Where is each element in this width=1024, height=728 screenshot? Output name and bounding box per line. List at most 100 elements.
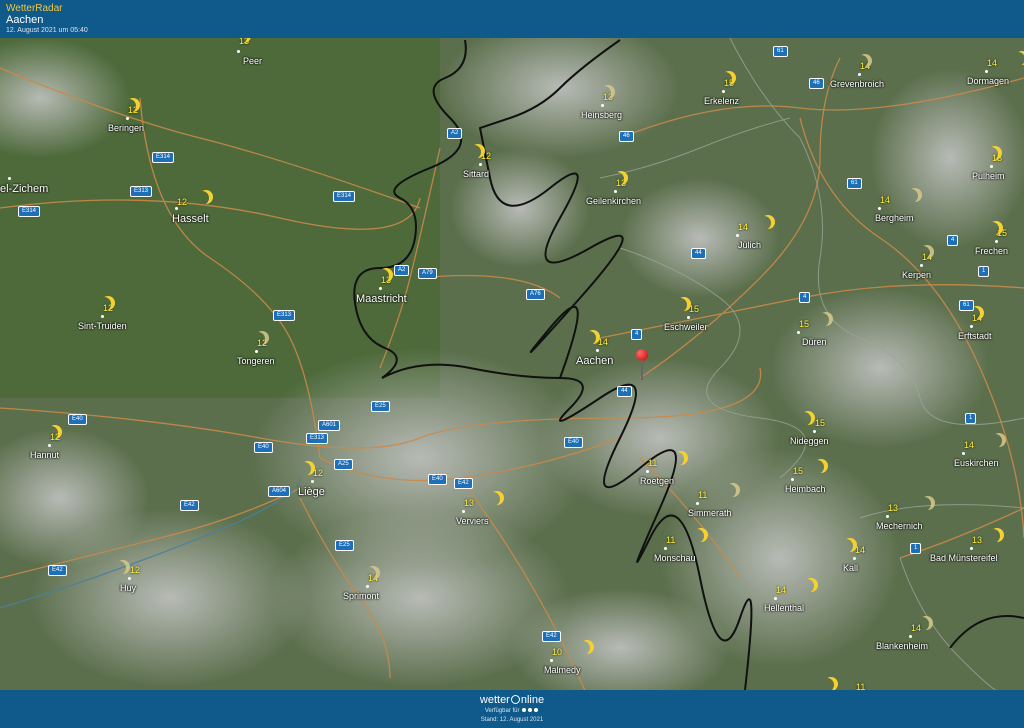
road-shield: E42 [454, 478, 473, 489]
brand-o-icon [510, 695, 520, 704]
road-shield: 61 [959, 300, 974, 311]
city-point [596, 349, 599, 352]
city-label: Kerpen [902, 270, 932, 280]
city-point [8, 177, 11, 180]
road-shield: 4 [799, 292, 811, 303]
road-shield: 61 [773, 46, 788, 57]
city-point [813, 430, 816, 433]
temperature-label: 13 [464, 498, 475, 508]
city-label: Eschweiler [664, 322, 708, 332]
city-point [990, 165, 993, 168]
brand-left: wetter [479, 694, 510, 706]
moon-icon [810, 460, 824, 474]
moon-icon [854, 55, 868, 69]
city-label: Sittard [463, 169, 490, 179]
city-point [774, 597, 777, 600]
road-shield: 1 [910, 543, 922, 554]
moon-icon [122, 99, 136, 113]
moon-icon [718, 72, 732, 86]
temperature-label: 14 [964, 440, 975, 450]
city-point [48, 444, 51, 447]
moon-icon [576, 641, 590, 655]
city-point [614, 190, 617, 193]
city-point [664, 547, 667, 550]
city-label: Grevenbroich [830, 79, 885, 89]
city-label: Simmerath [688, 508, 732, 518]
moon-icon [195, 191, 209, 205]
road-shield: A2 [447, 128, 463, 139]
city-label: Pulheim [972, 171, 1005, 181]
city-label: Heimbach [785, 484, 826, 494]
city-point [920, 264, 923, 267]
moon-icon [915, 617, 929, 631]
city-label: Erftstadt [958, 331, 992, 341]
road-shield: A2 [394, 265, 410, 276]
city-label: Hellenthal [764, 603, 805, 613]
temperature-label: 14 [738, 222, 749, 232]
availability-text: Verfügbar für [484, 708, 520, 714]
road-shield: E313 [273, 310, 296, 321]
city-label: el-Zichem [0, 183, 49, 195]
city-point [126, 117, 129, 120]
city-point [853, 557, 856, 560]
city-label: Aachen [576, 355, 614, 367]
moon-icon [797, 412, 811, 426]
moon-icon [486, 492, 500, 506]
city-label: Bad Münstereifel [930, 553, 998, 563]
city-point [858, 73, 861, 76]
radar-map[interactable]: Peer 13 Beringen 12 el-Zichem Hasselt 12 Sint-T… [0, 38, 1024, 690]
city-point [878, 207, 881, 210]
road-shield: 4 [631, 329, 643, 340]
moon-icon [1011, 52, 1024, 66]
temperature-label: 13 [888, 503, 899, 513]
city-label: Huy [120, 583, 137, 593]
road-shield: 46 [809, 78, 824, 89]
city-point [601, 104, 604, 107]
city-label: Mechernich [876, 521, 923, 531]
city-point [696, 502, 699, 505]
temperature-label: 12 [130, 565, 141, 575]
moon-icon [670, 452, 684, 466]
moon-icon [985, 222, 999, 236]
city-point [722, 90, 725, 93]
road-shield: 44 [691, 248, 706, 259]
temperature-label: 14 [855, 545, 866, 555]
city-label: Verviers [456, 516, 489, 526]
city-label: Nideggen [790, 436, 829, 446]
platform-dot-icon [534, 708, 539, 712]
road-shield: E40 [564, 437, 583, 448]
city-point [550, 659, 553, 662]
moon-icon [44, 426, 58, 440]
city-point [791, 478, 794, 481]
temperature-label: 15 [793, 466, 804, 476]
road-shield: E40 [68, 414, 87, 425]
temperature-label: 14 [987, 58, 998, 68]
city-point [985, 70, 988, 73]
moon-icon [904, 189, 918, 203]
road-shield: E40 [254, 442, 273, 453]
road-shield: E314 [152, 152, 175, 163]
road-shield: A76 [526, 289, 545, 300]
city-point [687, 316, 690, 319]
city-point [909, 635, 912, 638]
temperature-label: 10 [552, 647, 563, 657]
city-point [479, 163, 482, 166]
map-base [0, 38, 1024, 690]
road-shield: E25 [371, 401, 390, 412]
moon-icon [597, 86, 611, 100]
temperature-label: 15 [815, 418, 826, 428]
road-shield: E40 [428, 474, 447, 485]
moon-icon [362, 567, 376, 581]
moon-icon [375, 269, 389, 283]
city-label: Beringen [108, 123, 145, 133]
moon-icon [986, 529, 1000, 543]
road-shield: A604 [268, 486, 291, 497]
city-label: Erkelenz [704, 96, 740, 106]
road-shield: E42 [542, 631, 561, 642]
temperature-label: 13 [972, 535, 983, 545]
moon-icon [467, 145, 481, 159]
moon-icon [582, 331, 596, 345]
city-label: Hasselt [172, 213, 209, 225]
city-label: Peer [243, 56, 263, 66]
map-pin-stem [641, 360, 643, 380]
